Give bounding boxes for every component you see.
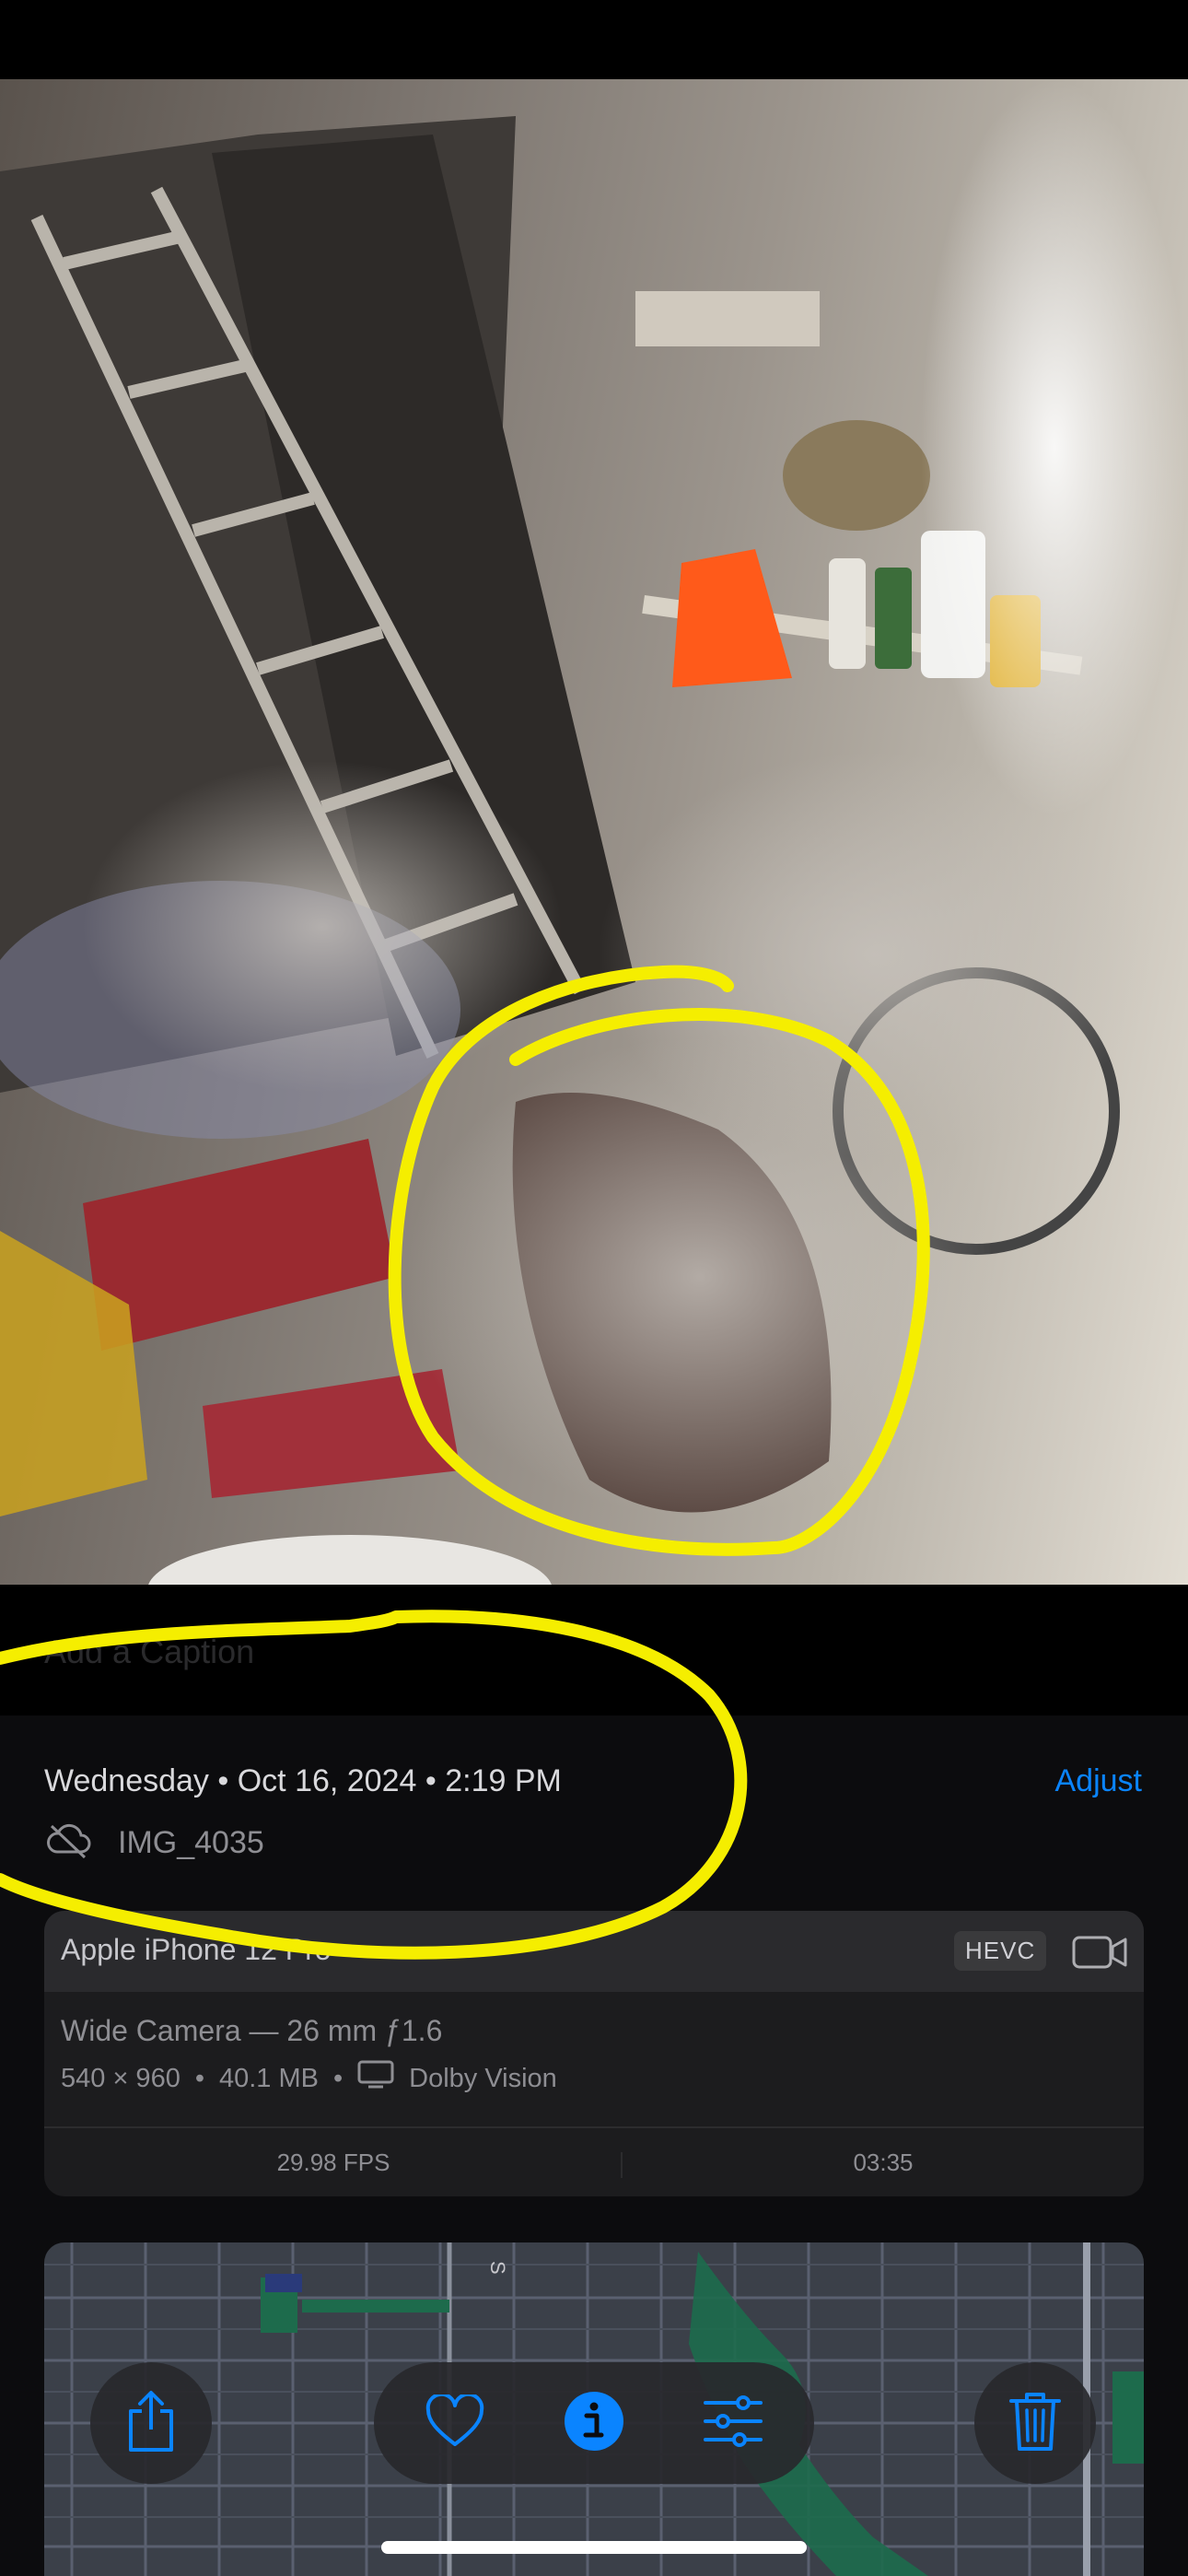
edit-adjustments-button[interactable] xyxy=(691,2381,775,2465)
info-button[interactable] xyxy=(552,2381,636,2465)
capture-date: Wednesday • Oct 16, 2024 • 2:19 PM xyxy=(44,1763,562,1798)
filename-row: IMG_4035 xyxy=(44,1822,264,1863)
video-camera-icon xyxy=(1072,1935,1129,1974)
delete-button[interactable] xyxy=(974,2362,1096,2484)
home-indicator[interactable] xyxy=(381,2541,807,2554)
separator-dot: • xyxy=(194,2063,204,2093)
share-icon xyxy=(123,2389,179,2458)
sliders-icon xyxy=(703,2395,763,2452)
garage-photo xyxy=(0,79,1188,1585)
toolbar-center-group xyxy=(374,2362,814,2484)
filename: IMG_4035 xyxy=(118,1824,264,1860)
adjust-date-button[interactable]: Adjust xyxy=(1055,1763,1143,1799)
caption-input[interactable]: Add a Caption xyxy=(44,1633,254,1671)
heart-icon xyxy=(425,2392,485,2453)
lens-info: Wide Camera — 26 mm ƒ1.6 xyxy=(61,2014,443,2047)
share-button[interactable] xyxy=(90,2362,212,2484)
resolution: 540 × 960 xyxy=(61,2063,181,2093)
info-icon xyxy=(564,2391,624,2456)
format-badge: HEVC xyxy=(954,1931,1047,1971)
file-size: 40.1 MB xyxy=(218,2063,319,2093)
specs-row: 540 × 960 • 40.1 MB • Dolby Vision xyxy=(61,2060,557,2097)
frame-rate: 29.98 FPS xyxy=(276,2149,390,2176)
camera-info-card: Apple iPhone 12 Pro HEVC Wide Camera — 2… xyxy=(44,1911,1144,2196)
hdr-format: Dolby Vision xyxy=(409,2063,557,2093)
favorite-button[interactable] xyxy=(413,2381,497,2465)
photo-viewer[interactable] xyxy=(0,79,1188,1585)
street-label: S xyxy=(486,2261,509,2275)
trash-icon xyxy=(1008,2390,1062,2457)
display-icon xyxy=(357,2060,394,2097)
separator-dot: • xyxy=(332,2063,344,2093)
device-name: Apple iPhone 12 Pro xyxy=(61,1933,332,1966)
cloud-slash-icon xyxy=(44,1822,92,1864)
video-duration: 03:35 xyxy=(853,2149,914,2176)
divider xyxy=(44,2126,1144,2128)
